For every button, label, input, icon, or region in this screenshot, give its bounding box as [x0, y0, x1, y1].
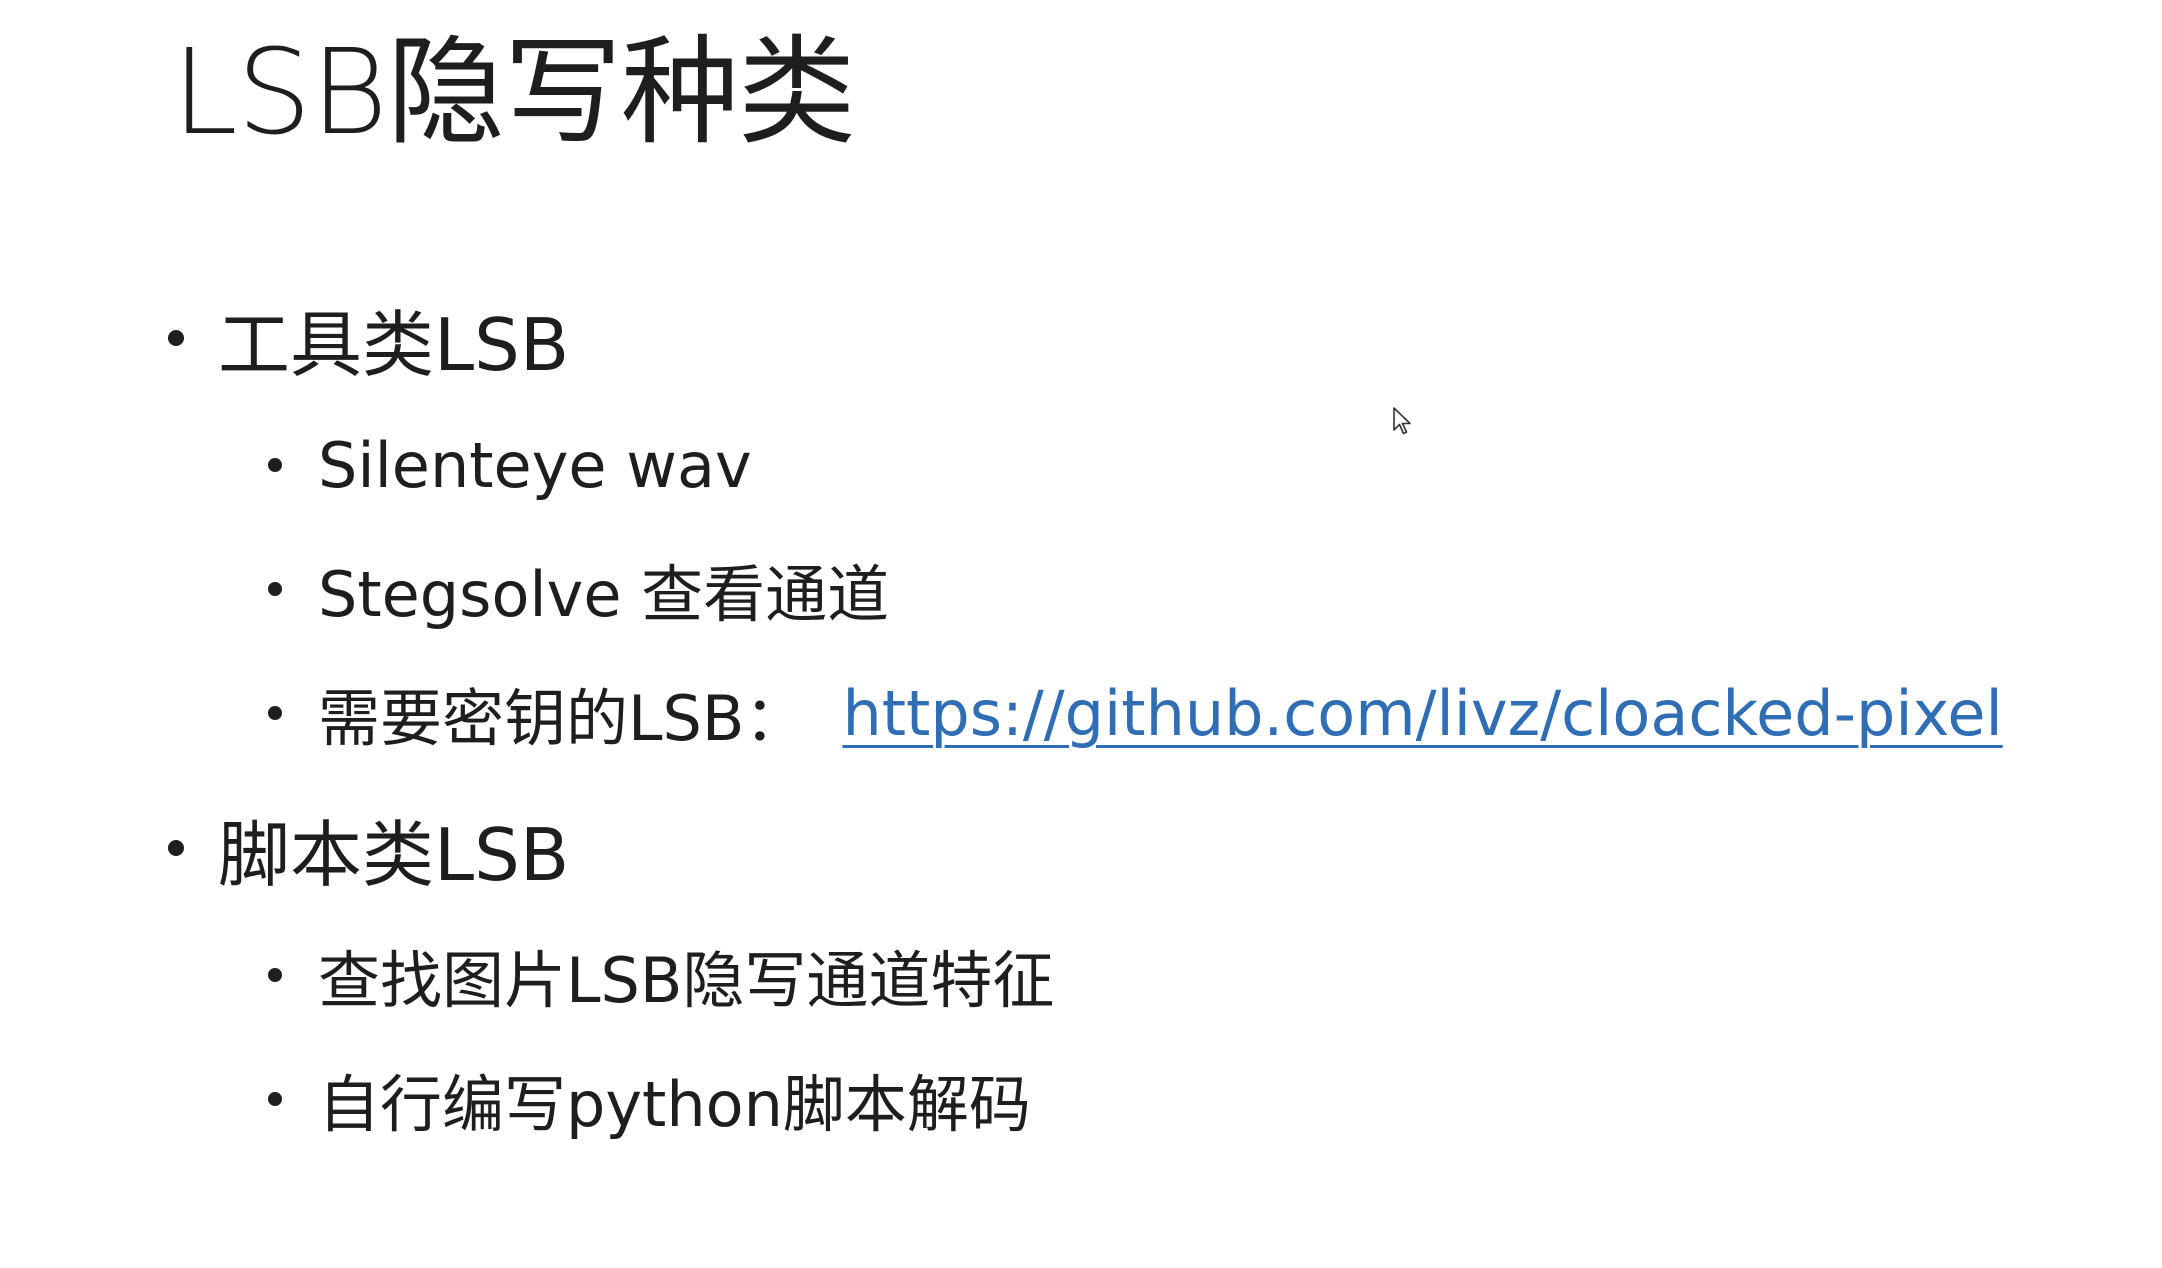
bullet-dot-icon: [268, 706, 282, 720]
sub-bullet-label: 查找图片LSB隐写通道特征: [318, 944, 1055, 1017]
sub-bullet-python-script: 自行编写python脚本解码: [268, 1054, 1031, 1144]
sub-bullet-silenteye: Silenteye wav: [268, 420, 752, 510]
cloacked-pixel-link[interactable]: https://github.com/livz/cloacked-pixel: [842, 677, 2002, 750]
bullet-tool-lsb: 工具类LSB: [168, 288, 569, 388]
bullet-dot-icon: [168, 330, 184, 346]
slide-title: LSB隐写种类: [172, 23, 856, 161]
sub-bullet-stegsolve: Stegsolve 查看通道: [268, 544, 889, 634]
bullet-dot-icon: [268, 1092, 282, 1106]
sub-bullet-label: Silenteye wav: [318, 428, 752, 502]
bullet-script-lsb: 脚本类LSB: [168, 798, 569, 898]
mouse-pointer-icon: [1393, 407, 1411, 435]
sub-bullet-key-lsb: 需要密钥的LSB： https://github.com/livz/cloack…: [268, 668, 2003, 758]
sub-bullet-label: 自行编写python脚本解码: [318, 1068, 1031, 1141]
bullet-label: 脚本类LSB: [218, 812, 570, 897]
bullet-dot-icon: [268, 968, 282, 982]
sub-bullet-find-channel: 查找图片LSB隐写通道特征: [268, 930, 1054, 1020]
bullet-dot-icon: [168, 840, 184, 856]
bullet-dot-icon: [268, 458, 282, 472]
sub-bullet-label: 需要密钥的LSB：: [318, 682, 807, 755]
bullet-label: 工具类LSB: [218, 302, 570, 387]
bullet-dot-icon: [268, 582, 282, 596]
sub-bullet-label: Stegsolve 查看通道: [318, 558, 890, 631]
slide: LSB隐写种类 工具类LSB Silenteye wav Stegsolve 查…: [0, 0, 2162, 1268]
